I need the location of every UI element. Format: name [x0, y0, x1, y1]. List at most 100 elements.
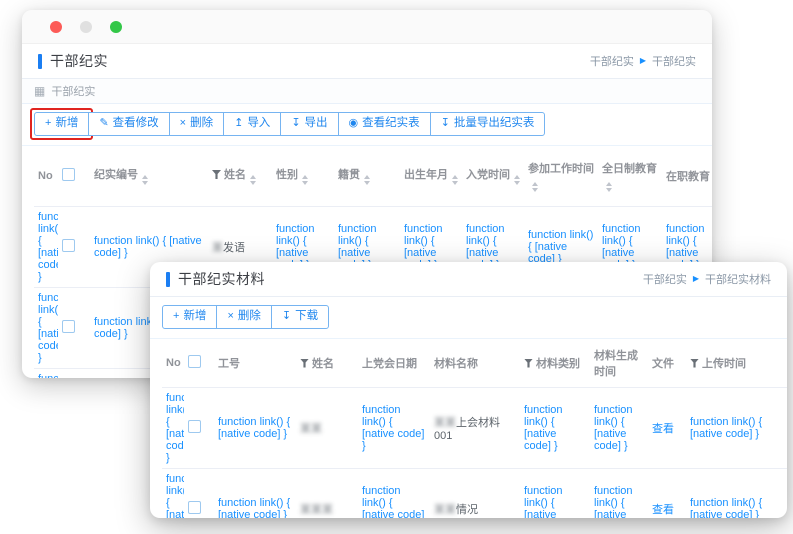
- sort-icon[interactable]: [250, 175, 256, 185]
- minimize-button[interactable]: [80, 21, 92, 33]
- view-file-link[interactable]: function link() { [native code] }: [218, 416, 290, 440]
- cell: 某某: [296, 387, 358, 468]
- column-header: No: [162, 339, 184, 388]
- column-label: 纪实编号: [94, 169, 138, 181]
- page: 干部纪实 干部纪实 ▶ 干部纪实 ▦ 干部纪实 +新增✎查看修改×删除↥导入↧导…: [0, 0, 793, 534]
- back-toolbar: +新增✎查看修改×删除↥导入↧导出◉查看纪实表↧批量导出纪实表: [22, 104, 712, 146]
- cell[interactable]: [58, 368, 90, 378]
- filter-icon[interactable]: [690, 359, 699, 368]
- view-record-form-button[interactable]: ◉查看纪实表: [338, 112, 431, 136]
- select-all-checkbox[interactable]: [62, 168, 75, 181]
- sort-icon[interactable]: [514, 175, 520, 185]
- sort-icon[interactable]: [142, 175, 148, 185]
- view-file-link[interactable]: function link() { [native code] }: [362, 404, 424, 452]
- close-button[interactable]: [50, 21, 62, 33]
- view-modify-button[interactable]: ✎查看修改: [88, 112, 169, 136]
- sort-icon[interactable]: [452, 175, 458, 185]
- view-file-link[interactable]: function link() { [native code] }: [218, 497, 290, 519]
- breadcrumb-item[interactable]: 干部纪实: [643, 271, 687, 287]
- view-file-link[interactable]: function link() { [native code] }: [38, 211, 58, 283]
- redacted-text: 某某: [434, 504, 456, 516]
- column-header[interactable]: 出生年月: [400, 146, 462, 207]
- view-file-link[interactable]: function link() { [native code] }: [594, 485, 633, 519]
- button-label: 导入: [247, 118, 270, 130]
- row-checkbox[interactable]: [188, 420, 201, 433]
- column-header[interactable]: 纪实编号: [90, 146, 208, 207]
- filter-icon[interactable]: [300, 359, 309, 368]
- sort-icon[interactable]: [302, 175, 308, 185]
- view-file-link[interactable]: function link() { [native code] }: [594, 404, 633, 452]
- select-all-header[interactable]: [58, 146, 90, 207]
- select-all-header[interactable]: [184, 339, 214, 388]
- row-index: function link() { [native code] }: [34, 368, 58, 378]
- download-icon: ↧: [441, 118, 450, 129]
- cell[interactable]: [184, 468, 214, 518]
- row-checkbox[interactable]: [62, 239, 75, 252]
- page-title: 干部纪实: [50, 51, 108, 71]
- header-row: No纪实编号姓名性别籍贯出生年月入党时间参加工作时间全日制教育在职教育: [34, 146, 712, 207]
- cell[interactable]: [58, 206, 90, 287]
- sort-icon[interactable]: [532, 182, 538, 192]
- column-header[interactable]: 性别: [272, 146, 334, 207]
- download-button[interactable]: ↧下载: [271, 305, 329, 329]
- column-header[interactable]: 入党时间: [462, 146, 524, 207]
- batch-export-record-form-button[interactable]: ↧批量导出纪实表: [430, 112, 546, 136]
- plus-icon: +: [45, 118, 51, 129]
- add-button[interactable]: +新增: [162, 305, 217, 329]
- filter-icon[interactable]: [524, 359, 533, 368]
- column-header[interactable]: 籍贯: [334, 146, 400, 207]
- column-header[interactable]: 全日制教育: [598, 146, 662, 207]
- cell[interactable]: [58, 287, 90, 368]
- view-file-link[interactable]: function link() { [native code] }: [166, 473, 184, 519]
- zoom-button[interactable]: [110, 21, 122, 33]
- row-checkbox[interactable]: [62, 320, 75, 333]
- view-file-link[interactable]: function link() { [native code] }: [38, 373, 58, 379]
- view-file-link[interactable]: function link() { [native code] }: [528, 229, 593, 265]
- sort-icon[interactable]: [606, 182, 612, 192]
- view-file-link[interactable]: function link() { [native code] }: [362, 485, 424, 519]
- subheader: ▦ 干部纪实: [22, 79, 712, 104]
- import-button[interactable]: ↥导入: [223, 112, 281, 136]
- column-header[interactable]: 参加工作时间: [524, 146, 598, 207]
- edit-icon: ✎: [99, 118, 108, 129]
- cell: 查看: [648, 468, 686, 518]
- view-file-link[interactable]: function link() { [native code] }: [166, 392, 184, 464]
- view-file-link[interactable]: function link() { [native code] }: [524, 404, 563, 452]
- breadcrumb-item[interactable]: 干部纪实: [590, 53, 634, 69]
- view-file-link[interactable]: 查看: [652, 504, 674, 516]
- delete-button[interactable]: ×删除: [216, 305, 271, 329]
- delete-button[interactable]: ×删除: [169, 112, 224, 136]
- select-all-checkbox[interactable]: [188, 355, 201, 368]
- column-label: 上党会日期: [362, 358, 417, 370]
- add-button[interactable]: +新增: [34, 112, 89, 136]
- sort-icon[interactable]: [364, 175, 370, 185]
- column-label: No: [38, 170, 53, 182]
- export-button[interactable]: ↧导出: [280, 112, 338, 136]
- view-file-link[interactable]: function link() { [native code] }: [38, 292, 58, 364]
- column-label: 文件: [652, 358, 674, 370]
- column-label: 姓名: [224, 169, 246, 181]
- row-checkbox[interactable]: [188, 501, 201, 514]
- cell[interactable]: [184, 387, 214, 468]
- cell: function link() { [native code] }: [520, 387, 590, 468]
- close-icon: ×: [180, 118, 186, 129]
- breadcrumb-separator-icon: ▶: [693, 275, 699, 283]
- cell-text: 情况: [456, 504, 478, 516]
- column-label: 出生年月: [404, 169, 448, 181]
- breadcrumb-item: 干部纪实材料: [705, 271, 771, 287]
- column-header: 上传时间: [686, 339, 787, 388]
- column-header: 工号: [214, 339, 296, 388]
- column-header: 材料类别: [520, 339, 590, 388]
- filter-icon[interactable]: [212, 170, 221, 179]
- view-file-link[interactable]: function link() { [native code] }: [690, 497, 762, 519]
- view-file-link[interactable]: function link() { [native code] }: [94, 235, 202, 259]
- redacted-text: 某: [212, 242, 223, 254]
- page-title: 干部纪实材料: [178, 269, 265, 289]
- view-file-link[interactable]: 查看: [652, 423, 674, 435]
- button-label: 导出: [305, 118, 328, 130]
- breadcrumb-separator-icon: ▶: [640, 57, 646, 65]
- view-file-link[interactable]: function link() { [native code] }: [690, 416, 762, 440]
- view-file-link[interactable]: function link() { [native code] }: [524, 485, 563, 519]
- front-window: 干部纪实材料 干部纪实 ▶ 干部纪实材料 +新增×删除↧下载 No工号姓名上党会…: [150, 262, 787, 518]
- column-header[interactable]: 姓名: [208, 146, 272, 207]
